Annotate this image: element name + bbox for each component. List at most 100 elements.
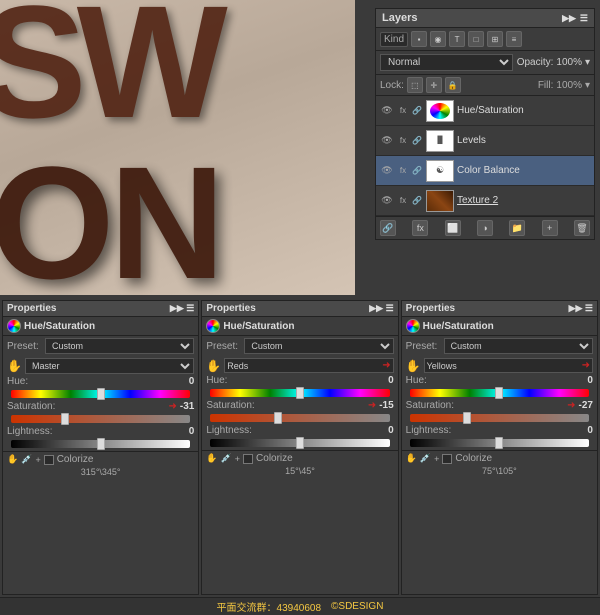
preset-select-1[interactable]: Custom xyxy=(45,338,194,354)
hue-track-3[interactable] xyxy=(410,389,589,397)
layer-levels[interactable]: 👁 fx 🔗 ▐▌ Levels xyxy=(376,126,594,156)
sat-track-1[interactable] xyxy=(11,415,190,423)
hand-s-1[interactable]: ✋ xyxy=(7,454,18,465)
hue-slider-3[interactable] xyxy=(402,386,597,400)
hand-s-2[interactable]: ✋ xyxy=(206,453,217,464)
prop-header-controls-3[interactable]: ▶▶ ☰ xyxy=(569,303,593,314)
fx-btn[interactable]: fx xyxy=(412,220,428,236)
preset-select-2[interactable]: Custom xyxy=(244,338,393,354)
delete-btn[interactable]: 🗑 xyxy=(574,220,590,236)
light-track-2[interactable] xyxy=(210,439,389,447)
hue-thumb-1[interactable] xyxy=(97,388,105,400)
link-icon: 🔗 xyxy=(411,105,423,117)
sat-label-row-2: Saturation: ➜ -15 xyxy=(202,400,397,411)
hand-icon-1[interactable]: ✋ xyxy=(7,359,22,373)
opacity-value[interactable]: 100% xyxy=(556,57,582,68)
expand-icon[interactable]: ▶▶ xyxy=(562,13,576,24)
eye-icon-hue[interactable]: 👁 xyxy=(380,104,394,118)
light-slider-2[interactable] xyxy=(202,436,397,450)
menu-icon[interactable]: ☰ xyxy=(580,13,588,24)
tex-thumb xyxy=(426,190,454,212)
sat-track-3[interactable] xyxy=(410,414,589,422)
light-track-3[interactable] xyxy=(410,439,589,447)
lock-label: Lock: xyxy=(380,80,404,91)
layer-icons-tex: fx 🔗 xyxy=(397,195,423,207)
channel-select-1[interactable]: Master xyxy=(25,358,194,374)
light-slider-3[interactable] xyxy=(402,436,597,450)
sat-track-2[interactable] xyxy=(210,414,389,422)
sat-red-arrow-1: ➜ xyxy=(168,401,176,412)
link-icon-cb: 🔗 xyxy=(411,165,423,177)
panel-header-controls: ▶▶ ☰ xyxy=(562,13,588,24)
group-btn[interactable]: 📁 xyxy=(509,220,525,236)
eyedropper-plus-1[interactable]: + xyxy=(35,455,40,465)
prop-header-controls-1[interactable]: ▶▶ ☰ xyxy=(170,303,194,314)
eyedropper-1[interactable]: 💉 xyxy=(21,454,32,465)
layer-texture2[interactable]: 👁 fx 🔗 Texture 2 xyxy=(376,186,594,216)
kind-adj-btn[interactable]: ◉ xyxy=(430,31,446,47)
light-thumb-2[interactable] xyxy=(296,437,304,449)
hue-thumb-2[interactable] xyxy=(296,387,304,399)
hue-slider-2[interactable] xyxy=(202,386,397,400)
kind-smart-btn[interactable]: ⊞ xyxy=(487,31,503,47)
new-btn[interactable]: + xyxy=(542,220,558,236)
hand-s-3[interactable]: ✋ xyxy=(406,453,417,464)
sat-thumb-2[interactable] xyxy=(274,412,282,424)
eyedropper-plus-3[interactable]: + xyxy=(434,454,439,464)
hand-icon-2[interactable]: ✋ xyxy=(206,359,221,373)
sat-red-arrow-3: ➜ xyxy=(567,400,575,411)
properties-row: Properties ▶▶ ☰ Hue/Saturation Preset: C… xyxy=(0,300,600,597)
hue-track-1[interactable] xyxy=(11,390,190,398)
sat-thumb-1[interactable] xyxy=(61,413,69,425)
kind-shape-btn[interactable]: □ xyxy=(468,31,484,47)
eye-icon-tex[interactable]: 👁 xyxy=(380,194,394,208)
lock-pixel-btn[interactable]: ⬚ xyxy=(407,77,423,93)
sat-label-3: Saturation: xyxy=(406,400,454,411)
sat-slider-1[interactable] xyxy=(3,412,198,426)
sat-slider-2[interactable] xyxy=(202,411,397,425)
layer-color-balance[interactable]: 👁 fx 🔗 ☯ Color Balance xyxy=(376,156,594,186)
hue-track-2[interactable] xyxy=(210,389,389,397)
eye-icon-levels[interactable]: 👁 xyxy=(380,134,394,148)
eyedropper-plus-2[interactable]: + xyxy=(235,454,240,464)
mask-btn[interactable]: ⬜ xyxy=(445,220,461,236)
fill-arrow[interactable]: ▾ xyxy=(585,80,590,91)
lock-all-btn[interactable]: 🔒 xyxy=(445,77,461,93)
cb-thumb: ☯ xyxy=(426,160,454,182)
bottom-bar: 平面交流群：43940608 ©SDESIGN xyxy=(0,597,600,615)
light-track-1[interactable] xyxy=(11,440,190,448)
fx-icon-cb: fx xyxy=(397,165,409,177)
kind-more-btn[interactable]: ≡ xyxy=(506,31,522,47)
light-slider-1[interactable] xyxy=(3,437,198,451)
hue-thumb-3[interactable] xyxy=(495,387,503,399)
hue-value-2: 0 xyxy=(388,375,394,386)
light-thumb-1[interactable] xyxy=(97,438,105,450)
layers-mode-bar: Normal Opacity: 100% ▾ xyxy=(376,51,594,75)
colorize-check-3[interactable] xyxy=(442,454,452,464)
hue-slider-1[interactable] xyxy=(3,387,198,401)
sat-thumb-3[interactable] xyxy=(463,412,471,424)
blend-mode-select[interactable]: Normal xyxy=(380,54,513,71)
hand-icon-3[interactable]: ✋ xyxy=(406,359,421,373)
prop-header-controls-2[interactable]: ▶▶ ☰ xyxy=(369,303,393,314)
preset-select-3[interactable]: Custom xyxy=(444,338,593,354)
layer-icons-levels: fx 🔗 xyxy=(397,135,423,147)
light-label-row-1: Lightness: 0 xyxy=(3,426,198,437)
eye-icon-cb[interactable]: 👁 xyxy=(380,164,394,178)
layer-hue-saturation[interactable]: 👁 fx 🔗 Hue/Saturation xyxy=(376,96,594,126)
eyedropper-2[interactable]: 💉 xyxy=(221,453,232,464)
fill-value[interactable]: 100% xyxy=(556,80,582,91)
sat-slider-3[interactable] xyxy=(402,411,597,425)
eyedropper-3[interactable]: 💉 xyxy=(420,453,431,464)
hue-label-1: Hue: xyxy=(7,376,28,387)
light-thumb-3[interactable] xyxy=(495,437,503,449)
opacity-arrow[interactable]: ▾ xyxy=(585,57,590,68)
lock-move-btn[interactable]: ✛ xyxy=(426,77,442,93)
sat-value-3: -27 xyxy=(579,400,593,411)
link-btn[interactable]: 🔗 xyxy=(380,220,396,236)
colorize-check-2[interactable] xyxy=(243,454,253,464)
kind-type-btn[interactable]: T xyxy=(449,31,465,47)
colorize-check-1[interactable] xyxy=(44,455,54,465)
kind-pixel-btn[interactable]: ▪ xyxy=(411,31,427,47)
adj-btn[interactable]: ◑ xyxy=(477,220,493,236)
